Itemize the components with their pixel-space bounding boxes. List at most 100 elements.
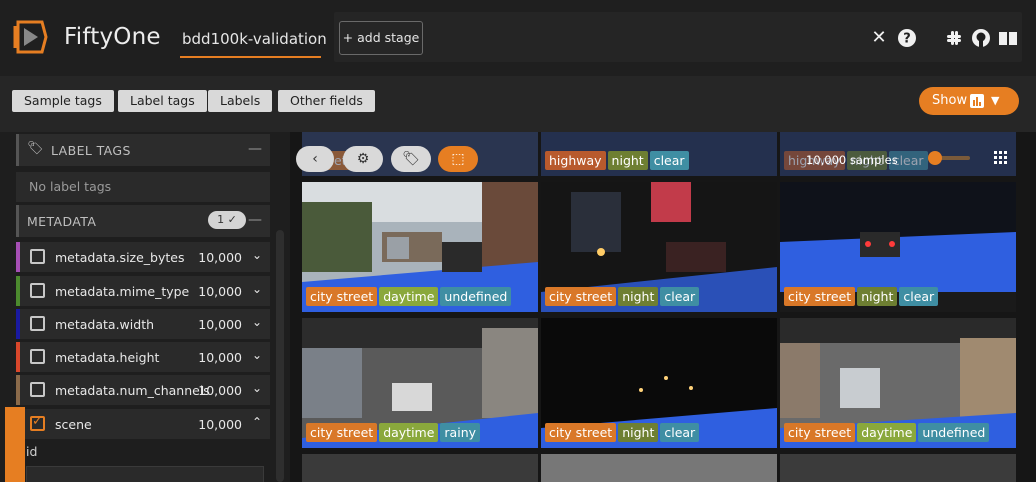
grid-view-icon[interactable] [994,151,1008,165]
field-name: metadata.size_bytes [55,250,185,265]
field-row-mime-type[interactable]: metadata.mime_type 10,000 ⌄ [16,276,270,306]
help-icon[interactable]: ? [896,27,918,49]
field-name: metadata.height [55,350,160,365]
tile-tags: city street daytime undefined [784,423,990,442]
selection-button[interactable]: ⬚ [438,146,478,172]
sample-tile[interactable]: city street daytime undefined [302,182,538,312]
id-label: id [26,444,38,459]
sample-tile[interactable]: highway night clear [541,132,777,176]
dataset-underline [180,56,321,58]
field-name: metadata.num_channels [55,383,210,398]
tag-badge: clear [660,287,700,306]
field-checkbox[interactable] [30,382,45,397]
tab-label-tags[interactable]: Label tags [118,90,207,112]
id-filter-input[interactable] [26,466,264,482]
tag-badge: daytime [857,423,917,442]
select-icon: ⬚ [451,151,465,167]
field-row-num-channels[interactable]: metadata.num_channels 10,000 ⌄ [16,375,270,405]
dataset-selector[interactable]: bdd100k-validation [182,30,327,48]
sample-tile[interactable] [780,454,1016,482]
tag-badge: city street [306,287,378,306]
sample-tile[interactable]: city street night clear [541,182,777,312]
tag-badge: undefined [440,287,512,306]
zoom-slider-handle[interactable] [928,151,942,165]
gear-icon: ⚙ [356,151,370,167]
chevron-up-icon[interactable]: ⌃ [252,415,262,429]
tile-tags: city street daytime undefined [306,287,512,306]
tag-badge: city street [784,287,856,306]
view-stage-bar[interactable] [334,12,1022,62]
sample-tile[interactable]: city street daytime rainy [302,318,538,448]
no-label-tags-text: No label tags [16,172,270,202]
sample-tile[interactable] [302,454,538,482]
collapse-icon[interactable]: — [248,141,262,157]
field-count: 10,000 [198,250,242,265]
collapse-icon[interactable]: — [248,212,262,228]
settings-button[interactable]: ⚙ [343,146,383,172]
chevron-down-icon[interactable]: ⌄ [252,315,262,329]
tag-badge: city street [784,423,856,442]
docs-icon[interactable] [997,27,1019,49]
svg-text:?: ? [903,32,911,47]
chevron-down-icon[interactable]: ⌄ [252,248,262,262]
tag-badge: city street [545,423,617,442]
tag-badge: city street [306,423,378,442]
tag-badge: rainy [440,423,481,442]
field-row-scene[interactable]: scene 10,000 ⌃ [16,409,270,439]
brand-name: FiftyOne [64,24,161,50]
tag-button[interactable]: 🏷 [391,146,431,172]
sample-tile[interactable] [541,454,777,482]
show-label: Show [932,93,968,108]
label-tags-header[interactable]: 🏷 LABEL TAGS — [16,134,270,166]
field-count: 10,000 [198,350,242,365]
tab-other-fields[interactable]: Other fields [278,90,375,112]
field-count: 10,000 [198,417,242,432]
tag-badge: daytime [379,287,439,306]
add-stage-button[interactable]: + add stage [339,21,423,55]
field-row-height[interactable]: metadata.height 10,000 ⌄ [16,342,270,372]
field-row-size-bytes[interactable]: metadata.size_bytes 10,000 ⌄ [16,242,270,272]
sidebar-scrollbar[interactable] [276,230,284,482]
tag-badge: clear [899,287,939,306]
slack-icon[interactable] [943,27,965,49]
chevron-down-icon: ▼ [991,94,1000,107]
tag-icon: 🏷 [402,151,420,167]
github-icon[interactable] [970,27,992,49]
tag-badge: city street [545,287,617,306]
back-button[interactable]: ‹ [296,146,334,172]
tag-badge: clear [649,151,689,170]
chevron-down-icon[interactable]: ⌄ [252,381,262,395]
chevron-down-icon[interactable]: ⌄ [252,282,262,296]
field-name: metadata.width [55,317,155,332]
tag-badge: night [618,287,659,306]
tile-tags: city street night clear [784,287,939,306]
field-checkbox[interactable] [30,283,45,298]
metadata-title: METADATA [27,214,97,229]
field-checkbox[interactable] [30,316,45,331]
tab-labels[interactable]: Labels [208,90,273,112]
tag-icon: 🏷 [27,141,44,156]
sample-tile[interactable]: city street daytime undefined [780,318,1016,448]
field-checkbox[interactable] [30,249,45,264]
chevron-down-icon[interactable]: ⌄ [252,348,262,362]
tag-badge: night [618,423,659,442]
tag-badge: undefined [918,423,990,442]
field-count: 10,000 [198,284,242,299]
label-tags-title: LABEL TAGS [51,143,131,158]
sample-count: 10,000 samples [806,153,898,167]
field-row-width[interactable]: metadata.width 10,000 ⌄ [16,309,270,339]
sample-tile[interactable]: city street night clear [780,182,1016,312]
sample-tile[interactable]: city street night clear [541,318,777,448]
metadata-count-badge[interactable]: 1 ✓ [208,211,246,229]
tag-badge: daytime [379,423,439,442]
close-icon[interactable]: ✕ [868,27,890,49]
tab-sample-tags[interactable]: Sample tags [12,90,114,112]
field-count: 10,000 [198,383,242,398]
field-checkbox[interactable] [30,349,45,364]
show-button[interactable]: Show ▼ [919,87,1019,115]
field-checkbox-checked[interactable] [30,414,45,431]
tile-tags: city street night clear [545,423,700,442]
tile-tags: highway night clear [545,151,689,170]
field-count: 10,000 [198,317,242,332]
tag-badge: night [607,151,648,170]
